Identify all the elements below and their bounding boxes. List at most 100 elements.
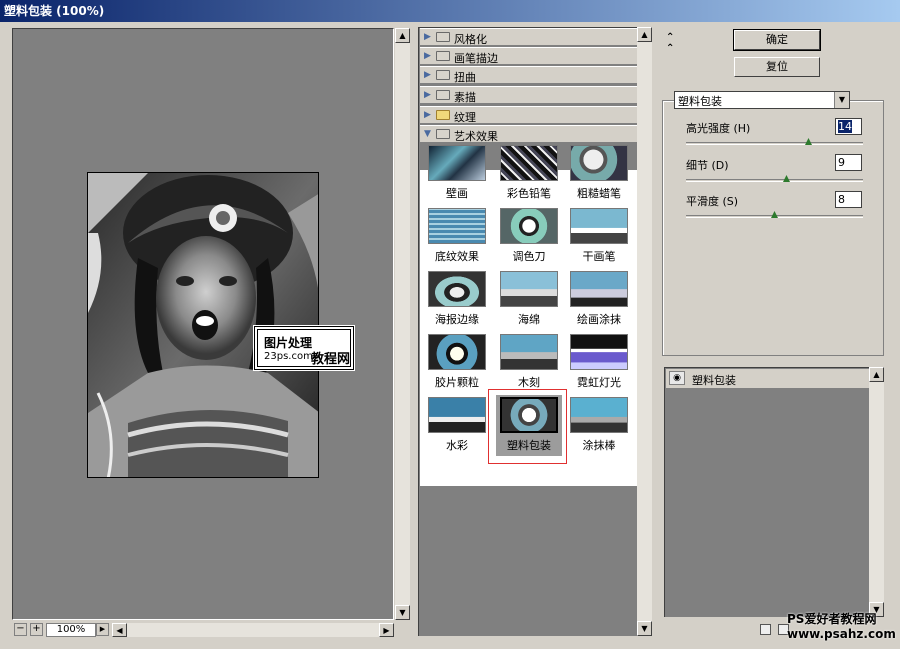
filter-label: 木刻 xyxy=(518,376,540,389)
filter-select[interactable]: 塑料包装 ▼ xyxy=(674,91,850,109)
scroll-up-icon[interactable]: ▲ xyxy=(395,28,410,43)
zoom-in-button[interactable]: + xyxy=(30,623,43,636)
preview-vertical-scrollbar[interactable]: ▲ ▼ xyxy=(395,28,410,620)
detail-field[interactable]: 9 xyxy=(835,154,862,171)
filter-poster-edges[interactable]: 海报边缘 xyxy=(426,271,488,327)
reset-button[interactable]: 复位 xyxy=(734,57,820,77)
double-chevron-up-icon[interactable]: ⌃ ⌃ xyxy=(666,32,674,54)
category-label: 画笔描边 xyxy=(454,52,498,65)
expand-arrow-icon[interactable]: ▶ xyxy=(424,70,431,80)
ok-button[interactable]: 确定 xyxy=(733,29,821,51)
highlight-strength-slider[interactable] xyxy=(686,142,863,145)
effect-layer-row[interactable]: ◉ 塑料包装 xyxy=(666,369,869,389)
filter-thumbnail xyxy=(570,145,628,181)
preview-image xyxy=(87,172,319,478)
filter-neon-glow[interactable]: 霓虹灯光 xyxy=(568,334,630,390)
new-effect-layer-icon[interactable] xyxy=(760,624,771,635)
filter-underpainting[interactable]: 底纹效果 xyxy=(426,208,488,264)
param-label-highlight-strength: 高光强度 (H) xyxy=(686,122,751,135)
zoom-level-field[interactable]: 100% xyxy=(46,623,96,637)
folder-icon xyxy=(436,110,450,120)
filter-label: 调色刀 xyxy=(512,250,546,263)
filter-thumbnail xyxy=(428,145,486,181)
folder-icon xyxy=(436,70,450,80)
param-label-smoothness: 平滑度 (S) xyxy=(686,195,739,208)
folder-icon xyxy=(436,90,450,100)
filter-film-grain[interactable]: 胶片颗粒 xyxy=(426,334,488,390)
category-artistic[interactable]: ▼ 艺术效果 xyxy=(420,125,637,143)
window-title: 塑料包装 (100%) xyxy=(0,0,900,22)
scroll-left-icon[interactable]: ◀ xyxy=(112,623,127,637)
scroll-right-icon[interactable]: ▶ xyxy=(379,623,394,637)
zoom-menu-arrow-icon[interactable]: ▶ xyxy=(96,623,109,636)
preview-horizontal-scrollbar[interactable]: ◀ ▶ xyxy=(112,623,394,637)
effect-layers-panel[interactable]: ◉ 塑料包装 xyxy=(664,367,869,617)
filter-fresco[interactable]: 壁画 xyxy=(426,145,488,201)
filter-dry-brush[interactable]: 干画笔 xyxy=(568,208,630,264)
filter-palette-knife[interactable]: 调色刀 xyxy=(498,208,560,264)
filter-label: 粗糙蜡笔 xyxy=(577,187,621,200)
filter-label: 绘画涂抹 xyxy=(577,313,621,326)
filter-label: 海绵 xyxy=(518,313,540,326)
highlight-strength-field[interactable]: 14 xyxy=(835,118,862,135)
param-label-detail: 细节 (D) xyxy=(686,159,729,172)
filter-label: 水彩 xyxy=(446,439,468,452)
filter-thumbnail xyxy=(500,145,558,181)
layers-scrollbar[interactable]: ▲ ▼ xyxy=(869,367,884,617)
watermark-line3: 教程网 xyxy=(311,352,351,367)
filter-thumbnail xyxy=(428,208,486,244)
folder-icon xyxy=(436,32,450,42)
filter-paint-daubs[interactable]: 绘画涂抹 xyxy=(568,271,630,327)
filter-thumbnail xyxy=(500,271,558,307)
scroll-up-icon[interactable]: ▲ xyxy=(637,27,652,42)
category-label: 扭曲 xyxy=(454,71,476,84)
watermark-line1: 图片处理 xyxy=(264,336,313,350)
open-folder-icon xyxy=(436,129,450,139)
filter-label: 霓虹灯光 xyxy=(577,376,621,389)
filter-label: 干画笔 xyxy=(582,250,616,263)
expand-arrow-icon[interactable]: ▶ xyxy=(424,51,431,61)
eye-icon[interactable]: ◉ xyxy=(669,371,685,385)
smoothness-value: 8 xyxy=(838,193,845,206)
category-distort[interactable]: ▶ 扭曲 xyxy=(420,66,637,84)
filter-gallery[interactable]: ▶ 风格化 ▶ 画笔描边 ▶ 扭曲 ▶ 素描 ▶ 纹理 ▼ 艺术效果 壁画 彩色… xyxy=(418,27,637,636)
site-watermark-title: PS爱好者教程网 xyxy=(787,612,877,626)
folder-icon xyxy=(436,51,450,61)
category-brush-strokes[interactable]: ▶ 画笔描边 xyxy=(420,47,637,65)
watermark: 图片处理 23ps.com 教程网 xyxy=(253,325,355,371)
filter-cutout[interactable]: 木刻 xyxy=(498,334,560,390)
filter-colored-pencil[interactable]: 彩色铅笔 xyxy=(498,145,560,201)
expand-arrow-icon[interactable]: ▶ xyxy=(424,90,431,100)
filter-label: 海报边缘 xyxy=(435,313,479,326)
category-stylize[interactable]: ▶ 风格化 xyxy=(420,28,637,46)
category-texture[interactable]: ▶ 纹理 xyxy=(420,106,637,124)
filter-thumbnail xyxy=(428,334,486,370)
detail-value: 9 xyxy=(838,156,845,169)
zoom-out-button[interactable]: − xyxy=(14,623,27,636)
category-label: 纹理 xyxy=(454,111,476,124)
gallery-scrollbar[interactable]: ▲ ▼ xyxy=(637,27,652,636)
effect-layer-name: 塑料包装 xyxy=(692,374,736,387)
filter-label: 彩色铅笔 xyxy=(507,187,551,200)
collapse-arrow-icon[interactable]: ▼ xyxy=(424,129,431,139)
filter-rough-pastels[interactable]: 粗糙蜡笔 xyxy=(568,145,630,201)
settings-group xyxy=(662,100,884,356)
filter-thumbnail xyxy=(570,397,628,433)
detail-slider[interactable] xyxy=(686,179,863,182)
filter-label: 涂抹棒 xyxy=(582,439,616,452)
category-label: 艺术效果 xyxy=(454,130,498,143)
filter-sponge[interactable]: 海绵 xyxy=(498,271,560,327)
expand-arrow-icon[interactable]: ▶ xyxy=(424,32,431,42)
filter-watercolor[interactable]: 水彩 xyxy=(426,397,488,453)
filter-smudge-stick[interactable]: 涂抹棒 xyxy=(568,397,630,453)
scroll-down-icon[interactable]: ▼ xyxy=(395,605,410,620)
expand-arrow-icon[interactable]: ▶ xyxy=(424,110,431,120)
filter-thumbnail xyxy=(500,334,558,370)
filter-thumbnail xyxy=(500,208,558,244)
smoothness-field[interactable]: 8 xyxy=(835,191,862,208)
filter-label: 底纹效果 xyxy=(435,250,479,263)
category-sketch[interactable]: ▶ 素描 xyxy=(420,86,637,104)
scroll-up-icon[interactable]: ▲ xyxy=(869,367,884,382)
scroll-down-icon[interactable]: ▼ xyxy=(637,621,652,636)
chevron-down-icon[interactable]: ▼ xyxy=(834,92,849,108)
